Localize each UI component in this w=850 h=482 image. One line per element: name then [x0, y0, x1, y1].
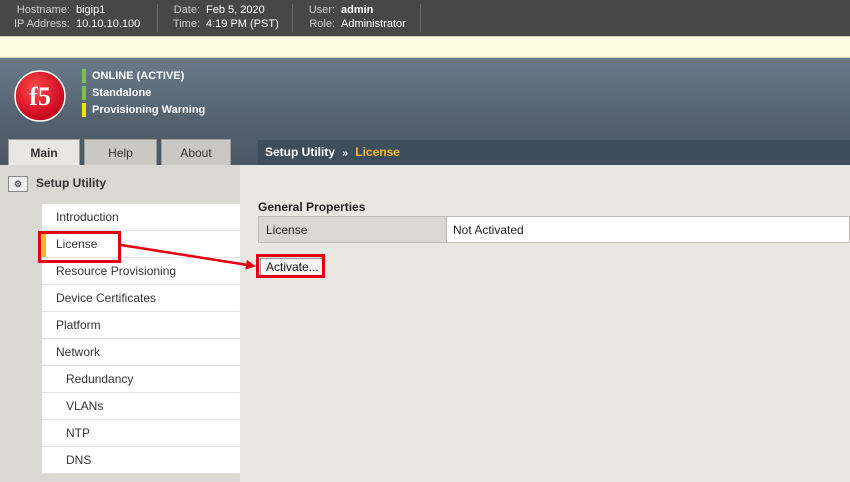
sidebar-item-label: Resource Provisioning — [56, 264, 177, 278]
hostname-label: Hostname: — [16, 4, 70, 16]
sidebar-item-label: Network — [56, 345, 101, 359]
status-indicator — [82, 86, 86, 100]
status-provisioning-warning[interactable]: Provisioning Warning — [82, 103, 205, 117]
sidebar-item-ntp[interactable]: NTP — [42, 420, 240, 447]
sidebar-item-label: DNS — [66, 453, 92, 467]
sidebar-item-label: Device Certificates — [56, 291, 157, 305]
sidebar-item-platform[interactable]: Platform — [42, 312, 240, 339]
table-row: License Not Activated — [258, 216, 850, 243]
property-key: License — [258, 216, 447, 243]
user-value: admin — [341, 4, 374, 16]
sidebar-title: Setup Utility — [36, 176, 107, 191]
status-indicator — [82, 69, 86, 83]
logo-text: f5 — [29, 82, 51, 111]
tab-help[interactable]: Help — [84, 139, 157, 165]
section-title: General Properties — [258, 200, 366, 214]
sidebar-item-label: Redundancy — [66, 372, 134, 386]
sidebar-item-dns[interactable]: DNS — [42, 447, 240, 474]
date-value: Feb 5, 2020 — [206, 4, 265, 16]
status-online: ONLINE (ACTIVE) — [82, 69, 184, 83]
user-info: User: admin Role: Administrator — [293, 3, 406, 31]
tab-label: About — [180, 146, 212, 160]
role-value: Administrator — [341, 18, 406, 30]
breadcrumb-separator: » — [342, 148, 348, 159]
status-indicator — [82, 103, 86, 117]
sidebar-item-label: NTP — [66, 426, 90, 440]
divider — [420, 4, 421, 32]
setup-utility-icon: ⚙ — [8, 176, 28, 192]
sidebar-item-vlans[interactable]: VLANs — [42, 393, 240, 420]
notification-banner — [0, 36, 850, 58]
sidebar-item-label: Platform — [56, 318, 101, 332]
property-value: Not Activated — [446, 216, 850, 243]
sidebar-item-network[interactable]: Network — [42, 339, 240, 366]
status-standalone: Standalone — [82, 86, 151, 100]
tab-label: Main — [30, 146, 58, 160]
main-content: General Properties License Not Activated… — [240, 165, 850, 482]
tab-about[interactable]: About — [161, 139, 231, 165]
sidebar-header[interactable]: ⚙ Setup Utility — [8, 176, 106, 192]
breadcrumb-section[interactable]: Setup Utility — [265, 145, 335, 159]
sidebar-item-redundancy[interactable]: Redundancy — [42, 366, 240, 393]
sidebar-item-label: VLANs — [66, 399, 104, 413]
tab-main[interactable]: Main — [8, 139, 80, 165]
breadcrumb-current: License — [355, 145, 400, 159]
status-label: Provisioning Warning — [92, 104, 206, 116]
role-label: Role: — [309, 18, 335, 30]
status-label: ONLINE (ACTIVE) — [92, 70, 185, 82]
host-info: Hostname: bigip1 IP Address: 10.10.10.100 — [0, 3, 140, 31]
tab-label: Help — [108, 146, 133, 160]
annotation-box-license — [38, 231, 121, 263]
hostname-value: bigip1 — [76, 4, 106, 16]
sidebar: ⚙ Setup Utility Introduction License Reso… — [0, 165, 240, 482]
properties-table: License Not Activated — [258, 216, 850, 243]
time-label: Time: — [172, 18, 200, 30]
datetime-info: Date: Feb 5, 2020 Time: 4:19 PM (PST) — [158, 3, 279, 31]
time-value: 4:19 PM (PST) — [206, 18, 279, 30]
sidebar-item-device-certificates[interactable]: Device Certificates — [42, 285, 240, 312]
user-label: User: — [308, 4, 335, 16]
date-label: Date: — [173, 4, 200, 16]
top-info-bar: Hostname: bigip1 IP Address: 10.10.10.100 … — [0, 0, 850, 36]
f5-logo[interactable]: f5 — [14, 70, 66, 122]
status-label: Standalone — [92, 87, 152, 99]
breadcrumb: Setup Utility » License — [258, 140, 850, 165]
ip-value: 10.10.10.100 — [76, 18, 141, 30]
sidebar-item-introduction[interactable]: Introduction — [42, 204, 240, 231]
ip-label: IP Address: — [13, 18, 70, 30]
sidebar-item-label: Introduction — [56, 210, 119, 224]
annotation-box-activate — [256, 254, 325, 278]
